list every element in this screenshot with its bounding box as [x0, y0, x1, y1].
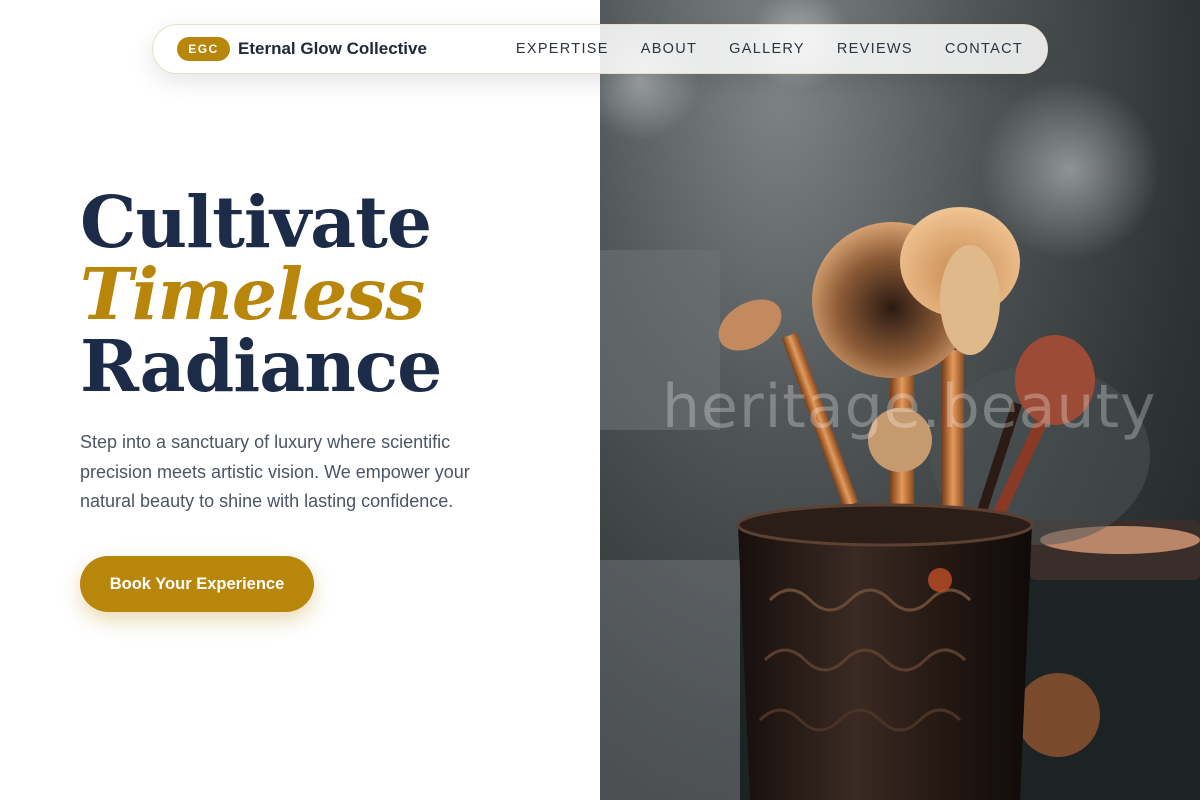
hero-description: Step into a sanctuary of luxury where sc… — [80, 432, 470, 511]
nav-links: EXPERTISE ABOUT GALLERY REVIEWS CONTACT — [516, 41, 1023, 57]
headline-line-1: Cultivate — [80, 180, 432, 264]
hero-image-makeup-brushes: heritage.beauty — [600, 0, 1200, 800]
book-experience-button[interactable]: Book Your Experience — [80, 556, 314, 612]
image-watermark: heritage.beauty — [662, 372, 1157, 442]
nav-link-reviews[interactable]: REVIEWS — [837, 41, 913, 57]
brand-name[interactable]: Eternal Glow Collective — [238, 39, 427, 59]
logo-badge[interactable]: EGC — [177, 37, 230, 61]
headline-line-2-accent: Timeless — [80, 252, 425, 336]
top-navigation: EGC Eternal Glow Collective EXPERTISE AB… — [152, 24, 1048, 74]
nav-link-expertise[interactable]: EXPERTISE — [516, 41, 609, 57]
nav-link-about[interactable]: ABOUT — [641, 41, 697, 57]
headline-line-3: Radiance — [80, 324, 442, 408]
hero-headline: Cultivate Timeless Radiance — [80, 180, 442, 408]
nav-link-contact[interactable]: CONTACT — [945, 41, 1023, 57]
nav-link-gallery[interactable]: GALLERY — [729, 41, 805, 57]
